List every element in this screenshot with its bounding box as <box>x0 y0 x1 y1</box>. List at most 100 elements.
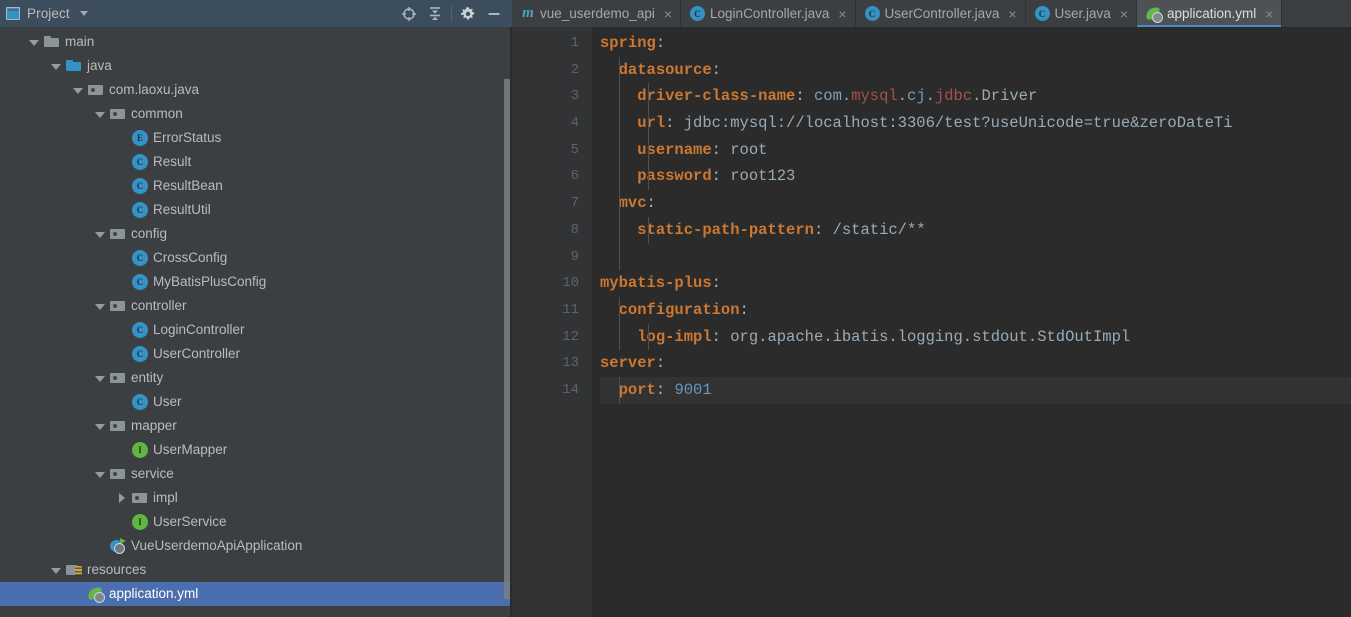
tree-item-mapper[interactable]: mapper <box>0 414 512 438</box>
project-tree: main java com.laoxu.java common E ErrorStatus… <box>0 27 512 606</box>
editor-tab-label: User.java <box>1054 6 1111 21</box>
tree-item-label: ResultBean <box>153 178 223 194</box>
java-class-icon: C <box>690 6 706 21</box>
line-number-column: 1 2 3 4 5 6 7 8 9 10 11 12 13 14 <box>512 27 592 404</box>
editor-tab-application-yml[interactable]: application.yml × <box>1137 0 1283 27</box>
close-icon[interactable]: × <box>838 7 846 21</box>
tree-item-usercontroller[interactable]: C UserController <box>0 342 512 366</box>
close-icon[interactable]: × <box>664 7 672 21</box>
code-line: configuration: <box>600 297 1351 324</box>
tree-item-resultbean[interactable]: C ResultBean <box>0 174 512 198</box>
tree-item-label: UserService <box>153 514 227 530</box>
editor-tab-vue-userdemo-api[interactable]: m vue_userdemo_api × <box>512 0 682 27</box>
close-icon[interactable]: × <box>1265 7 1273 21</box>
gear-icon[interactable] <box>455 1 481 27</box>
code-line: mybatis-plus: <box>600 270 1351 297</box>
tree-arrow-placeholder <box>116 396 129 409</box>
java-class-icon: C <box>864 6 880 21</box>
tree-item-config[interactable]: config <box>0 222 512 246</box>
code-line: url: jdbc:mysql://localhost:3306/test?us… <box>600 110 1351 137</box>
chevron-down-icon[interactable] <box>28 36 41 49</box>
editor-code-area[interactable]: 1 2 3 4 5 6 7 8 9 10 11 12 13 14 spring: datasource: … <box>512 27 1351 617</box>
chevron-down-icon[interactable] <box>94 228 107 241</box>
tree-item-common[interactable]: common <box>0 102 512 126</box>
pkg-icon <box>110 370 126 386</box>
tree-item-controller[interactable]: controller <box>0 294 512 318</box>
chevron-down-icon[interactable] <box>50 60 63 73</box>
editor-gutter[interactable]: 1 2 3 4 5 6 7 8 9 10 11 12 13 14 <box>512 27 592 617</box>
chevron-down-icon[interactable] <box>72 84 85 97</box>
tree-item-usermapper[interactable]: I UserMapper <box>0 438 512 462</box>
code-token: . <box>897 87 908 106</box>
code-token: : <box>655 380 675 399</box>
tree-item-label: config <box>131 226 168 242</box>
tree-item-label: common <box>131 106 183 122</box>
tree-item-label: UserMapper <box>153 442 228 458</box>
code-token: configuration <box>618 300 740 319</box>
tree-item-userservice[interactable]: I UserService <box>0 510 512 534</box>
line-number: 6 <box>570 168 579 185</box>
tree-item-crossconfig[interactable]: C CrossConfig <box>0 246 512 270</box>
tree-item-label: java <box>87 58 112 74</box>
close-icon[interactable]: × <box>1120 7 1128 21</box>
code-token: org.apache.ibatis.logging.stdout.StdOutI… <box>730 327 1131 346</box>
tree-item-label: mapper <box>131 418 177 434</box>
code-token: /static/** <box>832 220 926 239</box>
code-token: : <box>711 274 721 293</box>
chevron-down-icon[interactable] <box>94 468 107 481</box>
editor-tab-user-java[interactable]: C User.java × <box>1025 0 1137 27</box>
tree-item-com-laoxu-java[interactable]: com.laoxu.java <box>0 78 512 102</box>
chevron-right-icon[interactable] <box>116 492 129 505</box>
tree-item-entity[interactable]: entity <box>0 366 512 390</box>
code-token: static-path-pattern <box>637 220 814 239</box>
code-token: : <box>711 60 721 79</box>
tree-arrow-placeholder <box>116 516 129 529</box>
code-token: datasource <box>618 60 712 79</box>
tree-item-java[interactable]: java <box>0 54 512 78</box>
chevron-down-icon[interactable] <box>94 372 107 385</box>
line-number: 10 <box>562 275 579 292</box>
tree-item-main[interactable]: main <box>0 30 512 54</box>
code-token: : <box>739 300 749 319</box>
pkg-icon <box>110 106 126 122</box>
locate-icon[interactable] <box>396 1 422 27</box>
chevron-down-icon[interactable] <box>79 11 88 16</box>
line-number: 9 <box>570 248 579 265</box>
code-token: port <box>618 380 656 399</box>
pkg-icon <box>110 226 126 242</box>
code-token: : <box>795 87 814 106</box>
tree-item-label: ErrorStatus <box>153 130 222 146</box>
editor-tab-logincontroller-java[interactable]: C LoginController.java × <box>681 0 856 27</box>
chevron-down-icon[interactable] <box>94 300 107 313</box>
tree-item-user[interactable]: C User <box>0 390 512 414</box>
editor-tab-usercontroller-java[interactable]: C UserController.java × <box>855 0 1026 27</box>
tree-item-vueuserdemoapiapplication[interactable]: VueUserdemoApiApplication <box>0 534 512 558</box>
editor-area: m vue_userdemo_api × C LoginController.java ×… <box>512 0 1351 617</box>
tree-item-mybatisplusconfig[interactable]: C MyBatisPlusConfig <box>0 270 512 294</box>
code-token: . <box>925 87 935 106</box>
tree-item-service[interactable]: service <box>0 462 512 486</box>
code-token: : <box>711 140 731 159</box>
tree-item-resultutil[interactable]: C ResultUtil <box>0 198 512 222</box>
minimize-icon[interactable] <box>481 1 507 27</box>
close-icon[interactable]: × <box>1008 7 1016 21</box>
chevron-down-icon[interactable] <box>94 420 107 433</box>
tree-item-impl[interactable]: impl <box>0 486 512 510</box>
run-triangle-icon <box>120 538 126 544</box>
chevron-down-icon[interactable] <box>94 108 107 121</box>
tree-item-logincontroller[interactable]: C LoginController <box>0 318 512 342</box>
chevron-down-icon[interactable] <box>50 564 63 577</box>
tree-item-resources[interactable]: resources <box>0 558 512 582</box>
tree-item-result[interactable]: C Result <box>0 150 512 174</box>
springapp-icon <box>110 538 126 554</box>
indent-guide <box>619 56 620 271</box>
code-token: cj <box>907 87 926 106</box>
tree-item-application-yml[interactable]: application.yml <box>0 582 512 606</box>
collapse-all-icon[interactable] <box>422 1 448 27</box>
code-content[interactable]: spring: datasource: driver-class-name: c… <box>592 27 1351 617</box>
tree-item-errorstatus[interactable]: E ErrorStatus <box>0 126 512 150</box>
editor-tab-label: application.yml <box>1167 6 1257 21</box>
tree-arrow-placeholder <box>116 132 129 145</box>
code-token: : <box>711 167 731 186</box>
line-number: 12 <box>562 328 579 345</box>
